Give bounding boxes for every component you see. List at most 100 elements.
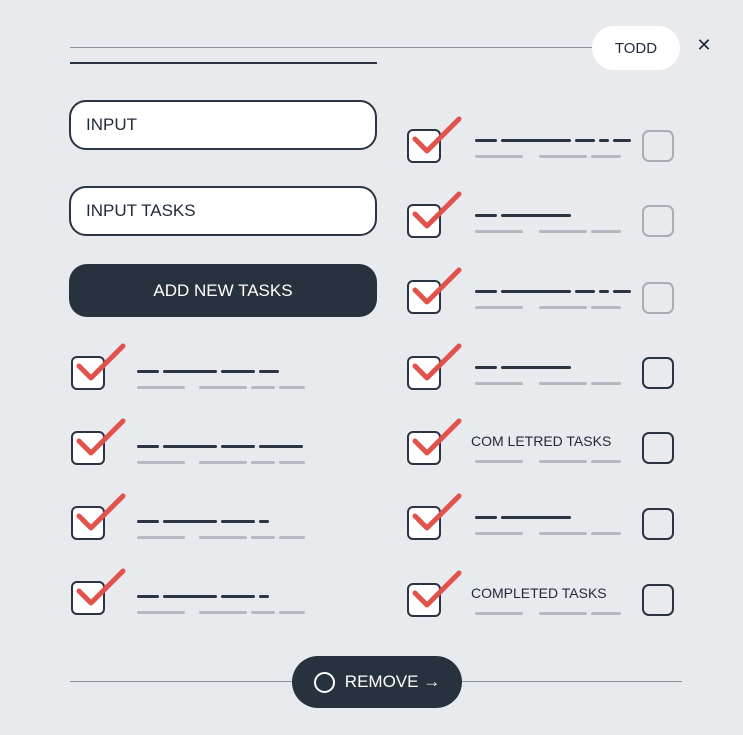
task-title-line [221, 595, 255, 598]
task-status-checkbox[interactable] [642, 584, 674, 616]
task-meta-line [279, 386, 305, 389]
task-title-line [137, 445, 159, 448]
task-meta-line [475, 155, 523, 158]
task-meta-line [591, 230, 621, 233]
title-underline [70, 62, 377, 64]
task-row [71, 418, 351, 471]
task-title-line [259, 445, 303, 448]
task-title-line [163, 370, 217, 373]
task-title-line [501, 366, 571, 369]
task-title-line [137, 520, 159, 523]
task-title-line [501, 214, 571, 217]
task-row [71, 568, 351, 621]
task-meta-line [475, 382, 523, 385]
checkmark-icon [76, 418, 126, 456]
task-title-line [259, 370, 279, 373]
task-title-line [599, 139, 609, 142]
task-meta-line [475, 230, 523, 233]
checkmark-icon [412, 570, 462, 608]
checkmark-icon [412, 191, 462, 229]
task-title-line [221, 445, 255, 448]
task-status-checkbox[interactable] [642, 508, 674, 540]
close-icon[interactable]: ✕ [693, 34, 715, 56]
task-meta-line [539, 382, 587, 385]
task-title-line [475, 139, 497, 142]
task-input-tasks[interactable]: INPUT TASKS [69, 186, 377, 236]
task-title-line [259, 595, 269, 598]
checkmark-icon [412, 493, 462, 531]
checkmark-icon [76, 343, 126, 381]
task-placeholder-lines [137, 510, 337, 540]
circle-icon [313, 671, 335, 693]
task-status-checkbox[interactable] [642, 130, 674, 162]
task-title-line [137, 370, 159, 373]
task-meta-line [137, 611, 185, 614]
remove-label: REMOVE → [344, 672, 441, 691]
task-meta-line [475, 306, 523, 309]
task-title-line [475, 290, 497, 293]
task-meta-line [199, 461, 247, 464]
task-meta-line [251, 461, 275, 464]
task-placeholder-lines [137, 435, 337, 465]
task-title-line [163, 520, 217, 523]
task-row [71, 493, 351, 546]
task-meta-line [591, 382, 621, 385]
task-meta-line [251, 536, 275, 539]
task-status-checkbox[interactable] [642, 205, 674, 237]
user-button[interactable]: TODD [592, 26, 680, 70]
task-placeholder-lines [137, 360, 337, 390]
task-title-line [475, 214, 497, 217]
checkmark-icon [76, 568, 126, 606]
task-title-line [475, 516, 497, 519]
task-meta-line [137, 536, 185, 539]
task-placeholder-lines [137, 585, 337, 615]
task-meta-line [279, 611, 305, 614]
task-meta-line [539, 230, 587, 233]
task-meta-line [539, 155, 587, 158]
task-title-line [575, 290, 595, 293]
task-title-line [163, 445, 217, 448]
task-meta-line [199, 536, 247, 539]
add-new-tasks-button[interactable]: ADD NEW TASKS [69, 264, 377, 317]
task-meta-line [475, 460, 523, 463]
task-title-line [501, 516, 571, 519]
task-title-line [613, 139, 631, 142]
task-meta-line [279, 536, 305, 539]
task-title-line [475, 366, 497, 369]
task-title-line [599, 290, 609, 293]
task-title-line [575, 139, 595, 142]
header-divider [70, 47, 594, 48]
task-meta-line [199, 611, 247, 614]
task-title-line [137, 595, 159, 598]
task-meta-line [591, 612, 621, 615]
task-meta-line [475, 612, 523, 615]
task-status-checkbox[interactable] [642, 282, 674, 314]
task-meta-line [591, 306, 621, 309]
task-meta-line [199, 386, 247, 389]
remove-button[interactable]: REMOVE → [292, 656, 462, 708]
task-meta-line [475, 532, 523, 535]
task-meta-line [591, 155, 621, 158]
task-title-line [501, 139, 571, 142]
task-meta-line [539, 532, 587, 535]
task-input[interactable]: INPUT [69, 100, 377, 150]
todo-panel: TODD ✕ INPUT INPUT TASKS ADD NEW TASKS C… [3, 0, 743, 735]
task-meta-line [591, 460, 621, 463]
checkmark-icon [412, 116, 462, 154]
task-meta-line [251, 386, 275, 389]
task-title-line [221, 370, 255, 373]
task-meta-line [279, 461, 305, 464]
task-meta-line [539, 612, 587, 615]
task-meta-line [137, 386, 185, 389]
checkmark-icon [412, 343, 462, 381]
task-meta-line [251, 611, 275, 614]
checkmark-icon [76, 493, 126, 531]
task-status-checkbox[interactable] [642, 432, 674, 464]
task-status-checkbox[interactable] [642, 357, 674, 389]
task-title-line [501, 290, 571, 293]
task-meta-line [539, 460, 587, 463]
task-row [71, 343, 351, 396]
task-meta-line [539, 306, 587, 309]
checkmark-icon [412, 418, 462, 456]
task-title-line [221, 520, 255, 523]
